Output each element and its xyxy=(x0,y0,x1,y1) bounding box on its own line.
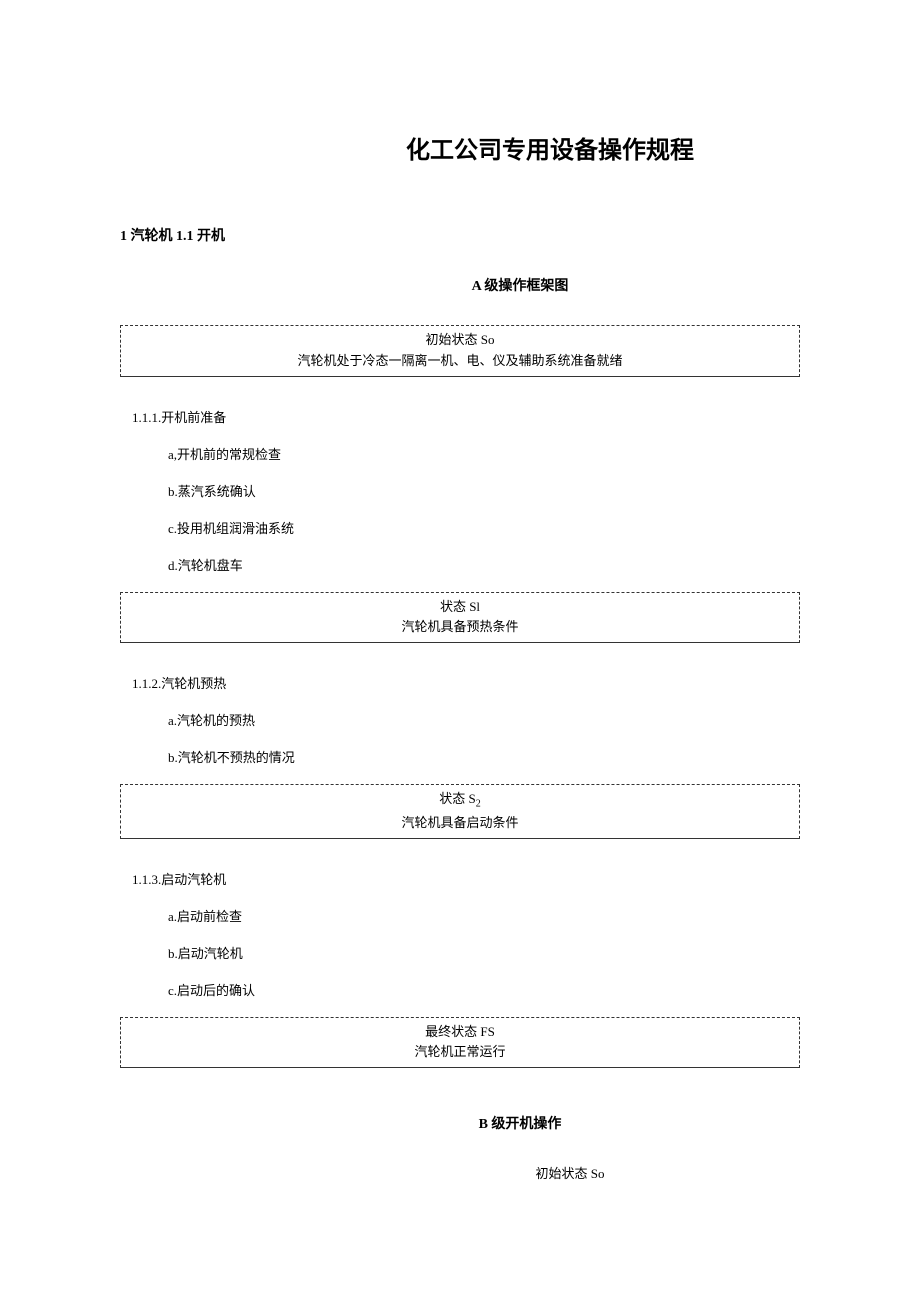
state-line: 状态 S2 xyxy=(121,789,799,813)
state-box-initial: 初始状态 So 汽轮机处于冷态一隔离一机、电、仪及辅助系统准备就绪 xyxy=(120,325,800,377)
list-item: a.启动前检查 xyxy=(168,906,800,925)
state-line: 汽轮机具备启动条件 xyxy=(121,813,799,834)
list-item: d.汽轮机盘车 xyxy=(168,555,800,574)
state-line: 汽轮机正常运行 xyxy=(121,1042,799,1063)
state-line: 汽轮机具备预热条件 xyxy=(121,617,799,638)
state-box-s1: 状态 Sl 汽轮机具备预热条件 xyxy=(120,592,800,644)
list-item: a.汽轮机的预热 xyxy=(168,710,800,729)
numbered-heading: 1.1.2.汽轮机预热 xyxy=(132,673,800,692)
list-item: c.投用机组润滑油系统 xyxy=(168,518,800,537)
state-line: 最终状态 FS xyxy=(121,1022,799,1043)
list-item: b.启动汽轮机 xyxy=(168,943,800,962)
subtitle-a: A 级操作框架图 xyxy=(120,275,800,295)
list-item: a,开机前的常规检查 xyxy=(168,444,800,463)
section-header: 1 汽轮机 1.1 开机 xyxy=(120,225,800,245)
state-line: 初始状态 So xyxy=(121,330,799,351)
subtitle-b: B 级开机操作 xyxy=(120,1113,800,1133)
section-1-1-1: 1.1.1.开机前准备 a,开机前的常规检查 b.蒸汽系统确认 c.投用机组润滑… xyxy=(120,407,800,574)
section-1-1-3: 1.1.3.启动汽轮机 a.启动前检查 b.启动汽轮机 c.启动后的确认 xyxy=(120,869,800,999)
section-1-1-2: 1.1.2.汽轮机预热 a.汽轮机的预热 b.汽轮机不预热的情况 xyxy=(120,673,800,766)
list-item: b.蒸汽系统确认 xyxy=(168,481,800,500)
list-item: b.汽轮机不预热的情况 xyxy=(168,747,800,766)
numbered-heading: 1.1.1.开机前准备 xyxy=(132,407,800,426)
document-title: 化工公司专用设备操作规程 xyxy=(120,130,800,165)
state-box-final: 最终状态 FS 汽轮机正常运行 xyxy=(120,1017,800,1069)
state-line: 状态 Sl xyxy=(121,597,799,618)
footer-text: 初始状态 So xyxy=(120,1163,800,1182)
state-box-s2: 状态 S2 汽轮机具备启动条件 xyxy=(120,784,800,838)
list-item: c.启动后的确认 xyxy=(168,980,800,999)
state-line: 汽轮机处于冷态一隔离一机、电、仪及辅助系统准备就绪 xyxy=(121,351,799,372)
numbered-heading: 1.1.3.启动汽轮机 xyxy=(132,869,800,888)
